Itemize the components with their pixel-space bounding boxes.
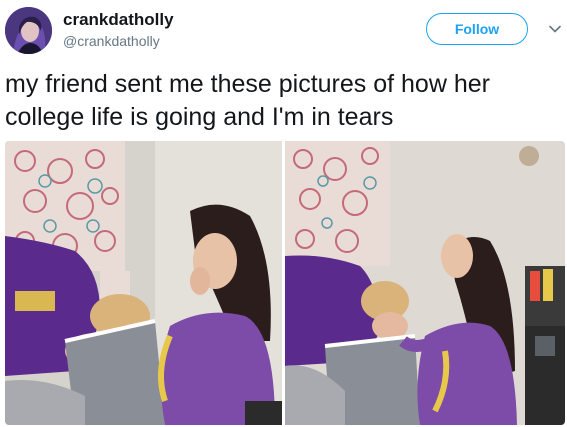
- photo-left-image: [5, 141, 282, 425]
- tweet-text: my friend sent me these pictures of how …: [5, 70, 490, 131]
- photo-right[interactable]: [285, 141, 565, 425]
- avatar[interactable]: [5, 7, 52, 54]
- photo-left[interactable]: [5, 141, 282, 425]
- photo-right-image: [285, 141, 565, 425]
- follow-button[interactable]: Follow: [426, 13, 528, 45]
- display-name[interactable]: crankdatholly: [63, 10, 174, 30]
- user-handle[interactable]: @crankdatholly: [63, 33, 160, 49]
- tweet-media[interactable]: [5, 141, 565, 425]
- avatar-image: [5, 7, 52, 54]
- chevron-down-icon[interactable]: [548, 22, 562, 36]
